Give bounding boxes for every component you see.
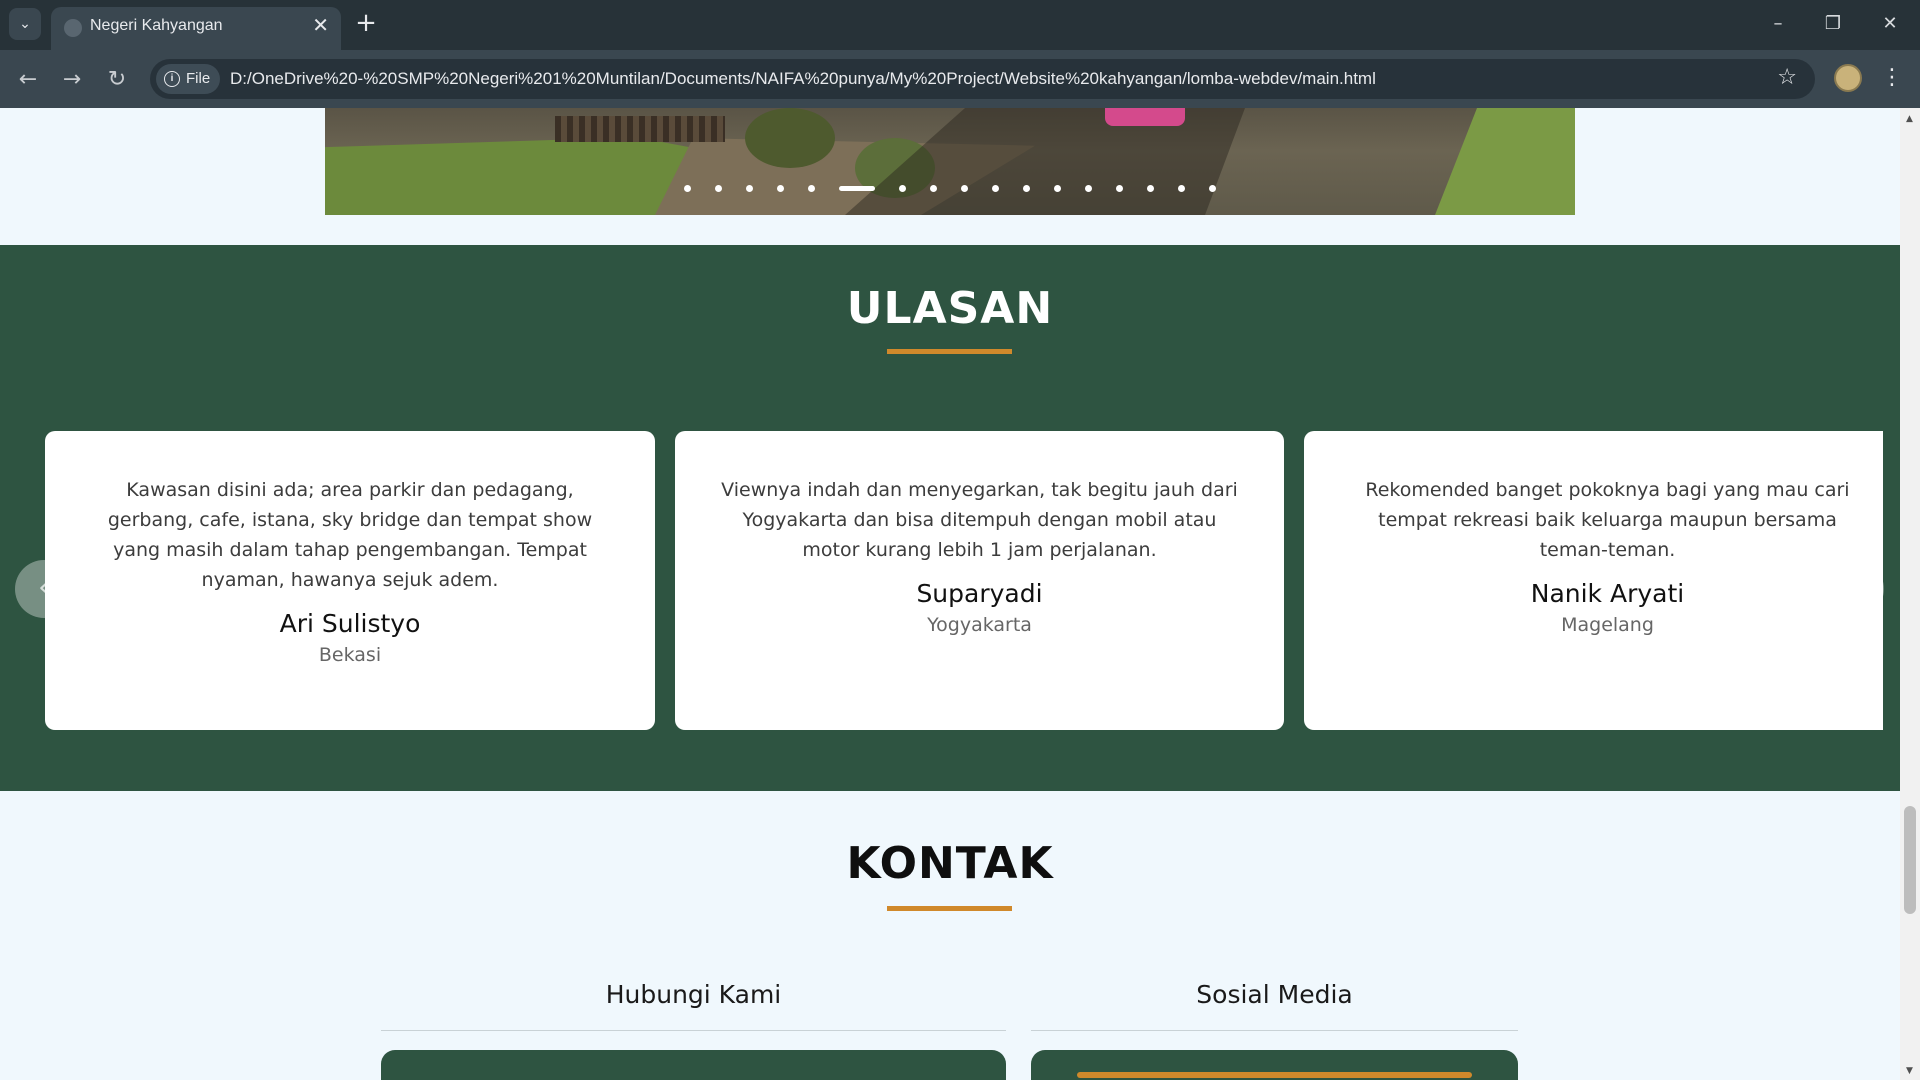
page-viewport: ULASAN Kawasan disini ada; area parkir d… [0,108,1920,1080]
slider-dot[interactable] [715,184,722,192]
review-body: Viewnya indah dan menyegarkan, tak begit… [717,475,1242,639]
review-body: Rekomended banget pokoknya bagi yang mau… [1348,475,1867,639]
review-card: Rekomended banget pokoknya bagi yang mau… [1304,431,1883,730]
site-info-chip[interactable]: i File [156,64,221,94]
hubungi-kami-title: Hubungi Kami [605,980,782,1009]
site-chip-label: File [186,70,211,87]
slider-dot[interactable] [777,184,784,192]
slider-dot[interactable] [1116,184,1123,192]
gallery-photo-tree [745,108,835,168]
slider-dot[interactable] [1209,184,1216,192]
slider-dot[interactable] [746,184,753,192]
sosial-media-divider [1031,1030,1518,1031]
slider-dot[interactable] [1054,184,1061,192]
review-text: Viewnya indah dan menyegarkan, tak begit… [721,479,1238,561]
ulasan-section: ULASAN Kawasan disini ada; area parkir d… [0,245,1900,791]
review-body: Kawasan disini ada; area parkir dan peda… [87,475,613,669]
review-name: Suparyadi [916,579,1043,608]
reload-button[interactable]: ↻ [101,64,133,96]
bookmark-star-icon[interactable]: ☆ [1777,65,1797,90]
sosial-media-title: Sosial Media [1196,980,1353,1009]
new-tab-button[interactable]: + [352,8,380,40]
review-city: Yogyakarta [927,614,1032,636]
browser-menu-icon[interactable]: ⋮ [1880,62,1904,94]
gallery-slider [325,108,1575,215]
slider-dot[interactable] [930,184,937,192]
back-button[interactable]: ← [12,64,44,96]
slider-dot[interactable] [1178,184,1185,192]
slider-dot[interactable] [1085,184,1092,192]
prev-review-button[interactable]: ‹ [15,560,73,618]
sosial-media-card [1031,1050,1518,1080]
slider-dot[interactable] [808,184,815,192]
url-text[interactable]: D:/OneDrive%20-%20SMP%20Negeri%201%20Mun… [230,69,1376,89]
tab-search-button[interactable]: ⌄ [9,8,41,40]
tab-favicon-icon [64,19,82,37]
review-name: Nanik Aryati [1530,579,1685,608]
tab-close-button[interactable]: ✕ [312,13,329,37]
slider-dot[interactable] [899,184,906,192]
gallery-photo-car [1105,108,1185,126]
review-name: Ari Sulistyo [279,609,421,638]
scrollbar-thumb[interactable] [1904,806,1916,914]
slider-dot-active[interactable] [839,185,875,191]
hubungi-kami-divider [381,1030,1006,1031]
address-bar[interactable]: i File D:/OneDrive%20-%20SMP%20Negeri%20… [150,59,1815,99]
review-card: Viewnya indah dan menyegarkan, tak begit… [675,431,1284,730]
review-text: Rekomended banget pokoknya bagi yang mau… [1365,479,1850,561]
scroll-up-arrow-icon[interactable]: ▲ [1906,114,1913,124]
page-scrollbar[interactable]: ▲ ▼ [1900,108,1920,1080]
review-city: Magelang [1561,614,1654,636]
slider-dot[interactable] [1147,184,1154,192]
info-icon: i [164,71,180,87]
slider-dot[interactable] [684,184,691,192]
slider-dot[interactable] [961,184,968,192]
forward-button[interactable]: → [56,64,88,96]
hubungi-kami-card [381,1050,1006,1080]
browser-tab-strip: ⌄ Negeri Kahyangan ✕ + – ❐ ✕ [0,0,1920,50]
review-text: Kawasan disini ada; area parkir dan peda… [107,479,593,591]
close-window-button[interactable]: ✕ [1870,10,1910,38]
slider-dot[interactable] [992,184,999,192]
scroll-down-arrow-icon[interactable]: ▼ [1906,1066,1913,1076]
slider-dot[interactable] [1023,184,1030,192]
minimize-button[interactable]: – [1758,10,1798,38]
browser-tab-active[interactable]: Negeri Kahyangan ✕ [51,7,341,50]
browser-toolbar: ← → ↻ i File D:/OneDrive%20-%20SMP%20Neg… [0,50,1920,108]
ulasan-title-underline [887,349,1012,354]
next-review-button[interactable]: › [1826,560,1884,618]
review-city: Bekasi [318,644,382,666]
gallery-photo-grass-right [1435,108,1575,215]
maximize-button[interactable]: ❐ [1813,10,1853,38]
gallery-photo-fence [555,116,725,142]
slider-pagination [325,183,1575,193]
review-card: Kawasan disini ada; area parkir dan peda… [45,431,655,730]
gallery-photo-shadow [845,108,1245,215]
kontak-title: KONTAK [846,838,1054,889]
tab-title: Negeri Kahyangan [90,17,223,34]
profile-avatar[interactable] [1834,64,1862,92]
sosial-media-button-top[interactable] [1077,1072,1472,1078]
ulasan-title: ULASAN [846,283,1054,334]
kontak-title-underline [887,906,1012,911]
